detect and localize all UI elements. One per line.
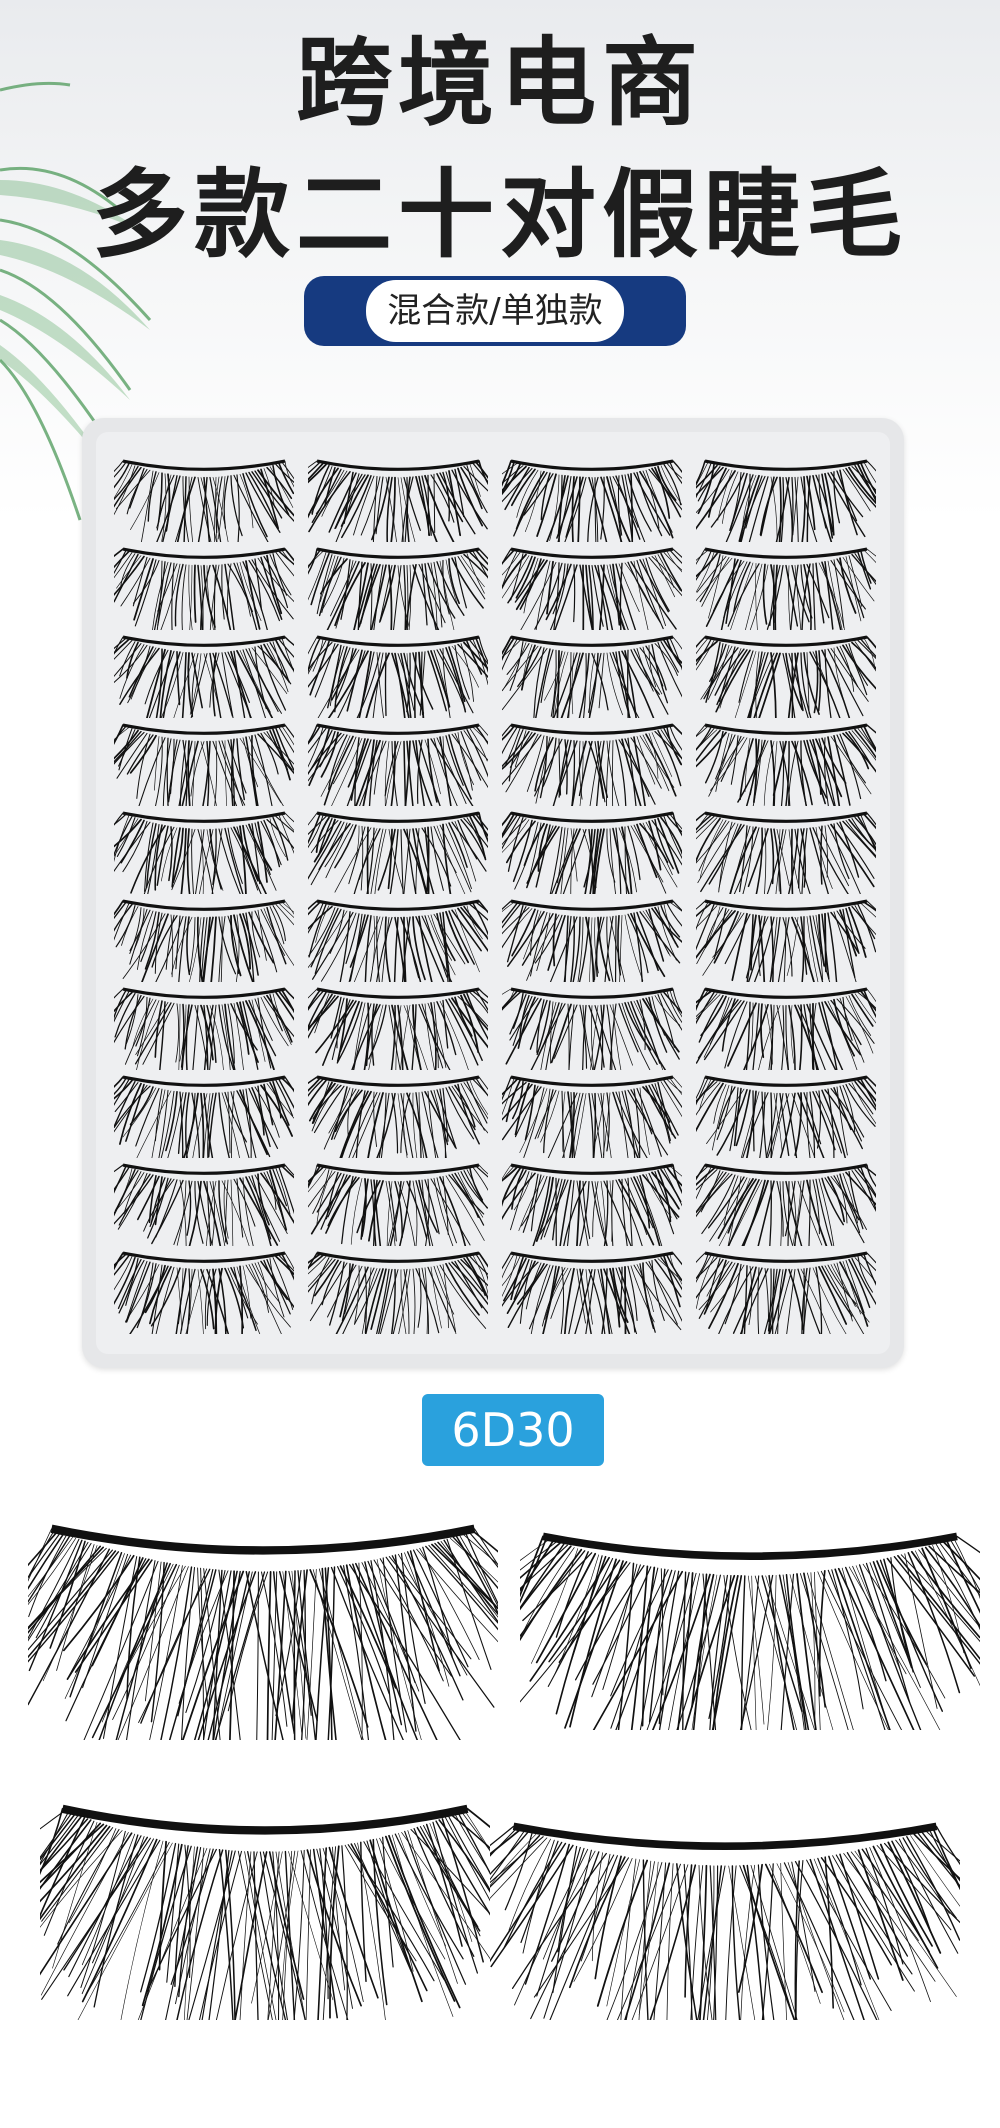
eyelash-icon: [100, 723, 314, 830]
eyelash-icon: [286, 811, 506, 921]
lash-strip: [673, 1154, 894, 1271]
lash-tray: [82, 418, 904, 1368]
lash-strip: [282, 1242, 504, 1360]
eyelash-icon: [96, 1075, 306, 1186]
eyelash-icon: [490, 1822, 960, 2020]
eyelash-icon: [94, 459, 313, 569]
eyelash-icon: [102, 987, 317, 1097]
lash-strip: [89, 538, 314, 652]
lash-strip: [98, 802, 316, 922]
variant-label: 混合款/单独款: [366, 280, 624, 342]
eyelash-icon: [293, 899, 510, 1012]
eyelash-icon: [479, 987, 699, 1100]
lash-strip: [93, 1242, 316, 1361]
eyelash-icon: [486, 1163, 706, 1271]
eyelash-icon: [89, 1163, 322, 1273]
lash-strip: [279, 1066, 505, 1185]
eyelash-icon: [673, 811, 892, 923]
lash-tray-inner: [87, 432, 902, 1362]
lash-strip: [287, 978, 509, 1093]
lash-strip: [673, 802, 892, 923]
eyelash-icon: [675, 1075, 896, 1184]
page-subtitle-title: 多款二十对假睫毛: [92, 159, 908, 271]
eyelash-icon: [291, 547, 507, 660]
lash-strip: [681, 1242, 899, 1362]
lash-strip: [482, 1066, 697, 1186]
lash-strip: [288, 714, 506, 831]
eyelash-icon: [675, 723, 895, 824]
eyelash-icon: [477, 899, 707, 1006]
eyelash-icon: [680, 635, 893, 747]
model-badge: 6D30: [422, 1394, 604, 1466]
eyelash-icon: [282, 1251, 504, 1360]
lash-strip: [87, 626, 315, 745]
lash-strip: [102, 978, 317, 1097]
eyelash-icon: [673, 899, 902, 1006]
eyelash-icon: [279, 1075, 505, 1185]
eyelash-icon: [288, 723, 506, 831]
eyelash-icon: [677, 987, 896, 1093]
eyelash-icon: [93, 1251, 316, 1361]
lash-strip: [479, 978, 699, 1100]
eyelash-icon: [484, 635, 691, 737]
lash-strip: [677, 978, 896, 1093]
eyelash-icon: [681, 1251, 899, 1362]
eyelash-icon: [287, 987, 509, 1093]
lash-strip: [483, 802, 696, 921]
eyelash-icon: [287, 1163, 505, 1268]
lash-strip: [682, 450, 893, 564]
variant-pill: 混合款/单独款: [304, 276, 686, 346]
eyelash-icon: [480, 547, 707, 657]
eyelash-icon: [483, 811, 696, 921]
eyelash-icon: [682, 459, 893, 564]
lash-strip: [483, 450, 699, 570]
eyelash-icon: [299, 635, 503, 740]
lash-strip: [94, 450, 313, 569]
eyelash-icon: [40, 1804, 490, 2020]
lash-strip: [286, 802, 506, 921]
lash-strip: [680, 626, 893, 747]
lash-strip: [279, 450, 505, 568]
lash-strip: [96, 1066, 306, 1186]
lash-strip: [675, 714, 895, 824]
lash-strip: [89, 1154, 322, 1273]
lash-strip: [293, 890, 510, 1012]
eyelash-icon: [673, 1163, 894, 1271]
lash-strip: [299, 626, 503, 740]
lash-strip: [100, 714, 314, 830]
lash-strip: [94, 890, 322, 1008]
eyelash-icon: [520, 1532, 980, 1730]
eyelash-icon: [279, 459, 505, 568]
eyelash-icon: [89, 547, 314, 652]
lash-strip: [682, 538, 894, 655]
lash-strip: [489, 714, 707, 834]
page-title: 跨境电商: [296, 27, 704, 139]
lash-strip: [287, 1154, 505, 1268]
lash-strip: [675, 1066, 896, 1184]
eyelash-icon: [98, 811, 316, 922]
eyelash-icon: [28, 1524, 498, 1740]
lash-strip: [477, 890, 707, 1006]
eyelash-icon: [87, 635, 315, 745]
lash-strip: [486, 1154, 706, 1271]
lash-strip: [673, 890, 902, 1006]
eyelash-icon: [682, 547, 894, 655]
eyelash-icon: [482, 1075, 697, 1186]
eyelash-icon: [489, 723, 707, 834]
lash-strip: [480, 538, 707, 657]
eyelash-icon: [94, 899, 322, 1008]
eyelash-icon: [484, 1251, 696, 1360]
lash-strip: [291, 538, 507, 660]
lash-strip: [484, 1242, 696, 1360]
lash-strip: [484, 626, 691, 737]
eyelash-icon: [483, 459, 699, 570]
